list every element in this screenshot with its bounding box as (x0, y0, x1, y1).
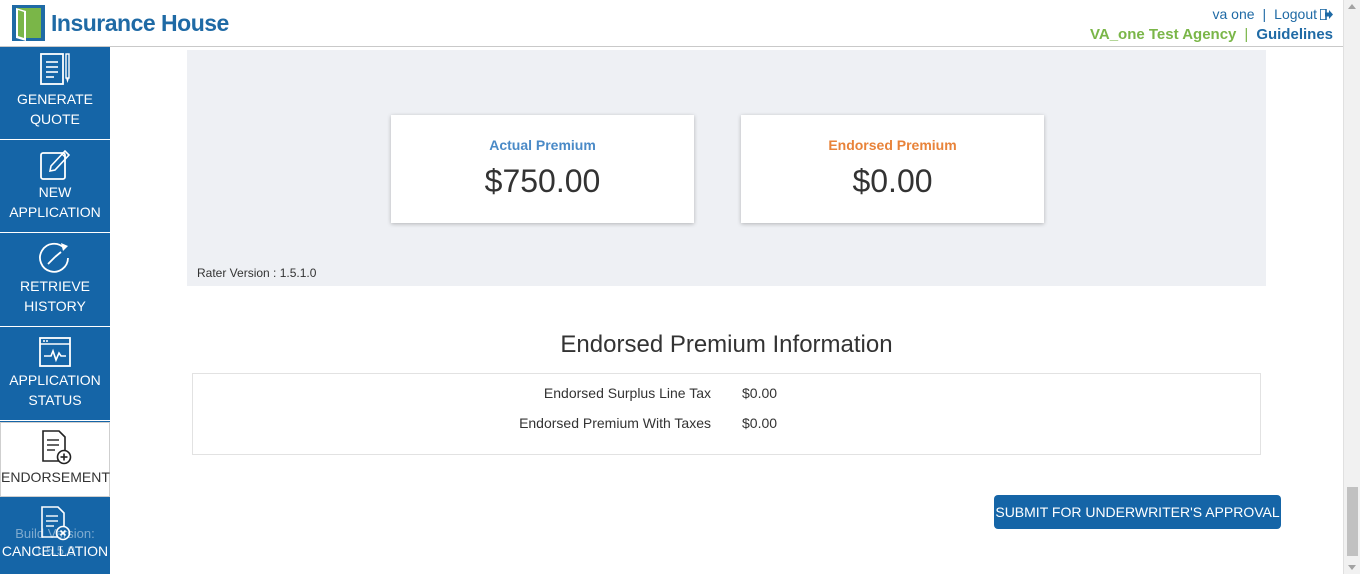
sidebar-item-retrieve-history[interactable]: RETRIEVE HISTORY (0, 234, 110, 327)
sidebar-item-label: HISTORY (24, 298, 86, 314)
info-value: $0.00 (742, 415, 778, 431)
actual-premium-title: Actual Premium (489, 137, 596, 153)
actual-premium-amount: $750.00 (484, 163, 601, 199)
pencil-square-icon (40, 149, 71, 180)
scroll-thumb[interactable] (1347, 487, 1358, 556)
sidebar-item-endorsement[interactable]: ENDORSEMENT (0, 422, 110, 497)
brand-logo[interactable]: Insurance House (12, 5, 229, 41)
endorsed-premium-amount: $0.00 (852, 163, 933, 199)
info-value: $0.00 (742, 385, 778, 401)
premium-summary-panel: Actual Premium $750.00 Endorsed Premium … (187, 50, 1266, 286)
info-label: Endorsed Surplus Line Tax (543, 385, 711, 401)
sidebar-item-label: APPLICATION (9, 204, 101, 220)
endorsed-premium-title: Endorsed Premium (828, 137, 957, 153)
top-header: Insurance House va one | Logout VA_one T… (0, 0, 1343, 47)
logout-icon (1320, 8, 1333, 20)
document-pen-icon (40, 53, 70, 85)
sidebar-item-application-status[interactable]: APPLICATION STATUS (0, 328, 110, 421)
agency-name: VA_one Test Agency (1089, 26, 1237, 43)
vertical-scrollbar[interactable] (1343, 0, 1360, 574)
guidelines-link[interactable]: Guidelines (1256, 26, 1333, 43)
scroll-down-arrow-icon[interactable] (1348, 565, 1356, 570)
actual-premium-card: Actual Premium $750.00 (391, 115, 694, 223)
info-row: Endorsed Premium With Taxes $0.00 (193, 415, 1260, 435)
sidebar-item-generate-quote[interactable]: GENERATE QUOTE (0, 47, 110, 140)
user-bar: va one | Logout (1212, 6, 1333, 22)
logout-label: Logout (1274, 6, 1317, 22)
sidebar-item-label: QUOTE (30, 111, 80, 127)
build-version: Build Version: 1.5.5.0 (0, 525, 110, 559)
sidebar-item-label: RETRIEVE (19, 278, 90, 294)
logo-door-icon (12, 5, 45, 41)
info-row: Endorsed Surplus Line Tax $0.00 (193, 385, 1260, 405)
history-icon (39, 242, 69, 273)
user-name-link[interactable]: va one (1212, 6, 1254, 22)
endorsed-info-table: Endorsed Surplus Line Tax $0.00 Endorsed… (192, 373, 1261, 455)
build-version-label: Build Version: (15, 526, 95, 541)
separator: | (1262, 6, 1267, 22)
separator: | (1244, 26, 1249, 43)
sidebar-item-label: GENERATE (17, 91, 93, 107)
agency-bar: VA_one Test Agency | Guidelines (1090, 26, 1333, 43)
brand-name: Insurance House (51, 9, 229, 36)
sidebar-item-label: ENDORSEMENT (1, 469, 110, 485)
sidebar-item-label: APPLICATION (9, 372, 101, 388)
endorsed-premium-card: Endorsed Premium $0.00 (741, 115, 1044, 223)
logout-link[interactable]: Logout (1274, 6, 1333, 22)
submit-for-approval-button[interactable]: SUBMIT FOR UNDERWRITER'S APPROVAL (994, 495, 1281, 529)
build-version-number: 1.5.5.0 (35, 543, 75, 558)
document-plus-icon (42, 430, 72, 465)
status-monitor-icon (39, 337, 71, 367)
section-title: Endorsed Premium Information (560, 331, 893, 358)
sidebar-item-label: STATUS (28, 392, 82, 408)
sidebar-item-new-application[interactable]: NEW APPLICATION (0, 140, 110, 233)
info-label: Endorsed Premium With Taxes (519, 415, 711, 431)
scroll-up-arrow-icon[interactable] (1348, 4, 1356, 9)
rater-version: Rater Version : 1.5.1.0 (197, 266, 317, 280)
sidebar-item-label: NEW (38, 184, 72, 200)
sidebar-nav: GENERATE QUOTE NEW APPLICATION RETRIEVE … (0, 47, 110, 574)
